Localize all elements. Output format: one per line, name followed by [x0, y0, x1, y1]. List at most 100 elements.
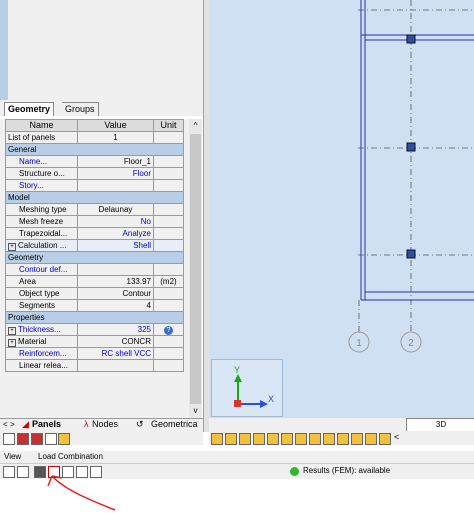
tab-nodes[interactable]: Nodes: [92, 419, 118, 429]
axis-y-label: Y: [234, 365, 240, 375]
results-status-text: Results (FEM): available: [303, 466, 391, 475]
row-value[interactable]: 4: [77, 299, 154, 312]
row-unit: [153, 227, 184, 240]
view-tool-13-icon[interactable]: [379, 433, 391, 445]
menu-view[interactable]: View: [4, 452, 21, 461]
info-icon[interactable]: ?: [164, 326, 173, 335]
section-label: Geometry: [5, 251, 184, 264]
row-segments[interactable]: Segments 4: [5, 299, 184, 312]
row-reinforcement[interactable]: Reinforcem... RC shell VCC: [5, 347, 184, 360]
graphic-view[interactable]: 1 2: [209, 0, 474, 418]
geometry-icon: ↺: [136, 419, 144, 429]
annotation-arrow: [47, 475, 116, 511]
section-general[interactable]: General: [5, 143, 184, 156]
row-label: Calculation ...: [18, 241, 67, 250]
view-tool-6-icon[interactable]: [281, 433, 293, 445]
row-label: Mesh freeze: [5, 215, 78, 228]
row-label: Story...: [5, 179, 78, 192]
grid-table-icon[interactable]: [31, 433, 43, 445]
view-tool-2-icon[interactable]: [225, 433, 237, 445]
grid-color-icon[interactable]: [17, 433, 29, 445]
grid-axis-label-1: 1: [356, 338, 362, 349]
row-linear-release[interactable]: Linear relea...: [5, 359, 184, 372]
row-value[interactable]: 1: [77, 131, 154, 144]
row-area[interactable]: Area 133.97 (m2): [5, 275, 184, 288]
row-structure[interactable]: Structure o... Floor: [5, 167, 184, 180]
row-label: Thickness...: [18, 325, 61, 334]
view-tool-5-icon[interactable]: [267, 433, 279, 445]
view-tool-1-icon[interactable]: [211, 433, 223, 445]
col-name[interactable]: Name: [5, 119, 78, 132]
view-tool-4-icon[interactable]: [253, 433, 265, 445]
row-value[interactable]: Analyze: [77, 227, 154, 240]
expand-icon[interactable]: +: [8, 327, 16, 335]
row-value[interactable]: Floor_1: [77, 155, 154, 168]
tab-geometry[interactable]: Geometry: [4, 102, 55, 116]
row-trapezoidal[interactable]: Trapezoidal... Analyze: [5, 227, 184, 240]
row-label: Contour def...: [5, 263, 78, 276]
row-value[interactable]: Contour: [77, 287, 154, 300]
row-value[interactable]: CONCR: [77, 335, 154, 348]
row-label: Reinforcem...: [5, 347, 78, 360]
row-value[interactable]: Delaunay: [77, 203, 154, 216]
row-meshing[interactable]: Meshing type Delaunay: [5, 203, 184, 216]
section-geometry[interactable]: Geometry: [5, 251, 184, 264]
row-unit: [153, 335, 184, 348]
axis-x-label: X: [268, 394, 274, 404]
row-thickness[interactable]: + Thickness... 325 ?: [5, 323, 184, 336]
row-value[interactable]: [77, 359, 154, 372]
scroll-thumb[interactable]: [190, 134, 201, 404]
grid-filter-icon[interactable]: [3, 433, 15, 445]
row-mesh-freeze[interactable]: Mesh freeze No: [5, 215, 184, 228]
expand-icon[interactable]: +: [8, 243, 16, 251]
row-object-type[interactable]: Object type Contour: [5, 287, 184, 300]
row-value[interactable]: Shell: [77, 239, 154, 252]
row-story[interactable]: Story...: [5, 179, 184, 192]
section-properties[interactable]: Properties: [5, 311, 184, 324]
node-icon: λ: [84, 419, 89, 429]
row-value[interactable]: No: [77, 215, 154, 228]
row-contour[interactable]: Contour def...: [5, 263, 184, 276]
row-material[interactable]: + Material CONCR: [5, 335, 184, 348]
row-unit: [153, 239, 184, 252]
scroll-up-icon[interactable]: ^: [189, 120, 202, 132]
tab-scroll-left-icon[interactable]: <: [3, 420, 8, 429]
menu-load-combination[interactable]: Load Combination: [38, 452, 103, 461]
row-unit: [153, 263, 184, 276]
row-value[interactable]: [77, 263, 154, 276]
row-list-of-panels[interactable]: List of panels 1: [5, 131, 184, 144]
scroll-down-icon[interactable]: v: [189, 405, 202, 417]
view-toolbar-scroll-left-icon[interactable]: <: [394, 432, 399, 442]
view-tool-3-icon[interactable]: [239, 433, 251, 445]
view-tool-8-icon[interactable]: [309, 433, 321, 445]
view-3d-button[interactable]: 3D: [406, 418, 474, 432]
grid-folder-icon[interactable]: [58, 433, 70, 445]
section-model[interactable]: Model: [5, 191, 184, 204]
row-unit: [153, 167, 184, 180]
status-tool-2-icon[interactable]: [17, 466, 29, 478]
row-label: List of panels: [5, 131, 78, 144]
col-value[interactable]: Value: [77, 119, 154, 132]
status-tool-1-icon[interactable]: [3, 466, 15, 478]
tab-scroll-right-icon[interactable]: >: [10, 420, 15, 429]
tab-panels[interactable]: Panels: [32, 419, 61, 429]
expand-icon[interactable]: +: [8, 339, 16, 347]
view-tool-9-icon[interactable]: [323, 433, 335, 445]
row-value[interactable]: 133.97: [77, 275, 154, 288]
view-tool-7-icon[interactable]: [295, 433, 307, 445]
grid-export-icon[interactable]: [45, 433, 57, 445]
row-value[interactable]: RC shell VCC: [77, 347, 154, 360]
view-tool-11-icon[interactable]: [351, 433, 363, 445]
view-tool-10-icon[interactable]: [337, 433, 349, 445]
row-label: Segments: [5, 299, 78, 312]
tab-groups[interactable]: Groups: [62, 102, 99, 116]
tab-geometrical[interactable]: Geometrica: [151, 419, 198, 429]
row-value[interactable]: 325: [77, 323, 154, 336]
view-tool-12-icon[interactable]: [365, 433, 377, 445]
row-value[interactable]: [77, 179, 154, 192]
row-value[interactable]: Floor: [77, 167, 154, 180]
row-name[interactable]: Name... Floor_1: [5, 155, 184, 168]
col-unit[interactable]: Unit: [153, 119, 184, 132]
row-calculation[interactable]: + Calculation ... Shell: [5, 239, 184, 252]
row-label: Object type: [5, 287, 78, 300]
